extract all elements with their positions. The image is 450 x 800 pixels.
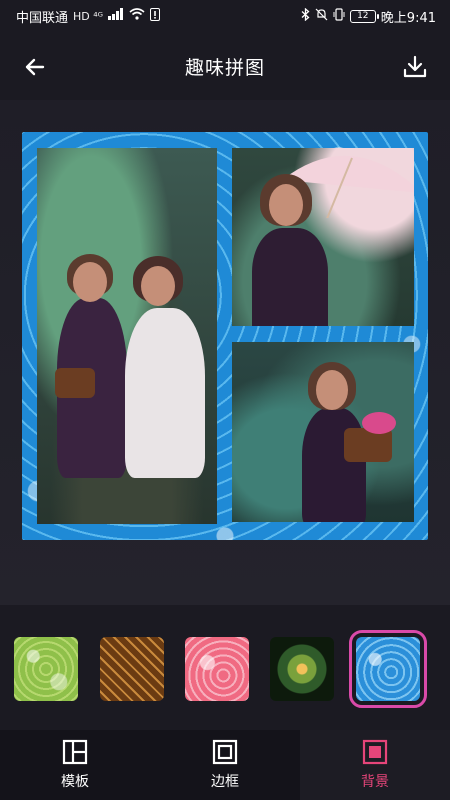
photo-top-right[interactable] — [232, 148, 414, 326]
back-arrow-icon — [25, 58, 45, 76]
vibrate-icon — [333, 7, 345, 25]
figure-umbrella-woman — [252, 228, 328, 326]
carrier-label: 中国联通 — [16, 10, 69, 26]
photo-bottom-right[interactable] — [232, 342, 414, 522]
photo-left[interactable] — [37, 148, 217, 524]
face-right — [141, 266, 175, 306]
back-button[interactable] — [18, 50, 52, 84]
template-icon — [62, 739, 88, 765]
alert-icon — [150, 7, 161, 25]
status-bar: 中国联通 HD ⁴ᴳ 12 晚上9:41 — [0, 0, 450, 32]
tab-frame[interactable]: 边框 — [150, 730, 300, 800]
clock: 晚上9:41 — [380, 10, 436, 26]
wifi-icon — [129, 8, 145, 24]
page-title: 趣味拼图 — [184, 56, 265, 79]
face-umbrella — [269, 184, 303, 226]
background-option-green-fractal[interactable] — [270, 637, 334, 701]
tab-template[interactable]: 模板 — [0, 730, 150, 800]
download-icon — [403, 55, 427, 78]
frame-icon — [212, 739, 238, 765]
face-pond — [316, 370, 348, 410]
lotus-flower — [362, 412, 396, 434]
background-option-pink-paisley[interactable] — [185, 637, 249, 701]
battery-level: 12 — [357, 10, 369, 21]
tab-template-label: 模板 — [61, 774, 89, 790]
tab-background[interactable]: 背景 — [300, 730, 450, 800]
background-option-blue-paisley[interactable] — [349, 630, 427, 708]
collage-frame[interactable] — [22, 132, 428, 540]
figure-pond-woman — [302, 408, 366, 522]
background-picker — [0, 605, 450, 730]
download-button[interactable] — [398, 50, 432, 84]
mute-bell-icon — [315, 8, 328, 25]
network-badge: HD ⁴ᴳ — [73, 9, 104, 23]
figure-right-woman — [125, 308, 205, 478]
signal-icon — [108, 8, 124, 24]
tab-frame-label: 边框 — [211, 774, 239, 790]
face-left — [73, 262, 107, 302]
canvas-area — [0, 100, 450, 605]
bluetooth-icon — [301, 7, 310, 25]
top-toolbar: 趣味拼图 — [0, 32, 450, 100]
status-left: 中国联通 HD ⁴ᴳ — [16, 7, 161, 26]
battery-icon: 12 — [349, 9, 379, 23]
background-option-green-floral[interactable] — [14, 637, 78, 701]
status-right: 12 晚上9:41 — [301, 7, 436, 26]
background-option-brown-damask[interactable] — [100, 637, 164, 701]
background-icon — [362, 739, 388, 765]
bottom-tabbar: 模板 边框 背景 — [0, 730, 450, 800]
tab-background-label: 背景 — [361, 774, 389, 790]
basket — [55, 368, 95, 398]
